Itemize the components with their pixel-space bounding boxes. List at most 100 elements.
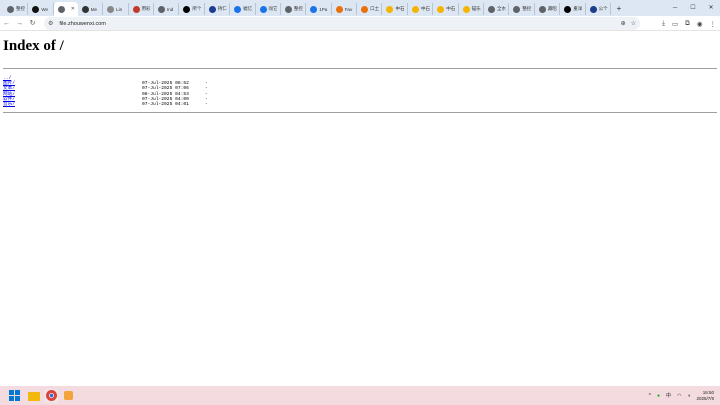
tab-favicon-icon: [462, 5, 470, 13]
tab-strip: 整控 We ✕ Me Lin 用彩 Ind 所个 持仁 嘘亿 闯它 整控 1Pa Fav 口土 中石 中石 中石 锚…: [0, 0, 720, 16]
tab-list: 整控 We ✕ Me Lin 用彩 Ind 所个 持仁 嘘亿 闯它 整控 1Pa Fav 口土 中石 中石 中石 锚…: [3, 0, 611, 16]
file-link[interactable]: 音乐/: [3, 102, 142, 107]
zoom-icon[interactable]: ⊕: [621, 20, 626, 27]
tab-label: 闯它: [268, 6, 278, 11]
browser-tab[interactable]: Lin: [103, 3, 129, 15]
clock[interactable]: 16:50 2025/7/9: [696, 390, 714, 402]
tab-label: 锚乐: [471, 6, 481, 11]
start-button[interactable]: [7, 389, 21, 403]
extensions-icon[interactable]: ⧉: [685, 20, 690, 28]
tab-favicon-icon: [335, 5, 343, 13]
page-title: Index of /: [3, 38, 64, 54]
back-icon[interactable]: ←: [0, 20, 13, 27]
browser-tab[interactable]: 闯它: [256, 3, 281, 15]
tab-label: Lin: [116, 6, 123, 12]
browser-tab[interactable]: 中石: [408, 3, 434, 15]
tab-label: 整控: [522, 6, 532, 11]
file-size: -: [205, 101, 208, 107]
tab-close-icon[interactable]: ✕: [71, 6, 75, 12]
browser-tab[interactable]: 1Pa: [306, 3, 332, 15]
tab-favicon-icon: [157, 5, 165, 13]
tab-label: 口土: [370, 6, 380, 11]
tab-favicon-icon: [437, 5, 445, 13]
tab-favicon-icon: [234, 5, 242, 13]
site-info-icon[interactable]: ⚙: [48, 20, 53, 27]
address-url[interactable]: file.zhouwenxi.com: [59, 21, 105, 27]
tab-favicon-icon: [488, 5, 496, 13]
browser-tab[interactable]: 整控: [509, 3, 535, 15]
tab-label: 中石: [395, 6, 405, 11]
tab-favicon-icon: [32, 5, 40, 13]
tab-favicon-icon: [284, 5, 292, 13]
tab-label: 1Pa: [319, 6, 328, 12]
tab-favicon-icon: [564, 5, 572, 13]
tab-label: 嘘亿: [243, 6, 253, 11]
taskbar-app[interactable]: [61, 389, 75, 403]
address-bar[interactable]: ⚙ file.zhouwenxi.com ⊕ ☆: [44, 17, 640, 30]
tab-label: We: [41, 6, 49, 12]
tab-favicon-icon: [310, 5, 318, 13]
browser-tab[interactable]: ✕: [53, 2, 78, 16]
tab-favicon-icon: [57, 5, 65, 13]
browser-tab[interactable]: 锚乐: [459, 3, 485, 15]
browser-tab[interactable]: 口土: [357, 3, 383, 15]
wechat-icon[interactable]: ●: [657, 393, 660, 399]
maximize-icon[interactable]: ☐: [684, 0, 702, 16]
system-tray: ^ ● 中 ◠ ◖ 16:50 2025/7/9: [649, 386, 714, 405]
tab-label: Fav: [344, 6, 353, 12]
tab-favicon-icon: [386, 5, 394, 13]
wifi-icon[interactable]: ◠: [677, 393, 681, 399]
tab-label: 持仁: [217, 6, 227, 11]
taskbar-chrome[interactable]: [44, 388, 58, 403]
browser-tab[interactable]: 藏昭: [535, 3, 561, 15]
tab-favicon-icon: [132, 5, 140, 13]
tab-label: 整控: [16, 6, 25, 11]
tab-label: 中石: [420, 6, 430, 11]
page-content: Index of / ../图片/07-Jul-2025 06:52- 文本/07…: [3, 35, 717, 114]
tab-favicon-icon: [538, 5, 546, 13]
tab-label: 所个: [192, 6, 202, 11]
browser-tab[interactable]: Me: [78, 3, 104, 15]
browser-tab[interactable]: 整控: [3, 3, 29, 15]
file-date: 07-Jul-2025 04:01: [142, 101, 189, 107]
browser-tab[interactable]: Ind: [154, 3, 180, 15]
close-icon[interactable]: ✕: [702, 0, 720, 16]
list-item: 音乐/07-Jul-2025 04:01 -: [3, 102, 717, 107]
ime-indicator[interactable]: 中: [666, 392, 671, 399]
tab-favicon-icon: [589, 5, 597, 13]
browser-tab[interactable]: 中石: [433, 3, 459, 15]
tab-favicon-icon: [208, 5, 216, 13]
forward-icon[interactable]: →: [13, 20, 26, 27]
tab-label: 中石: [446, 6, 456, 11]
download-icon[interactable]: ⤓: [662, 20, 665, 28]
side-panel-icon[interactable]: ▭: [672, 20, 678, 28]
taskbar-file-explorer[interactable]: [27, 389, 41, 403]
reload-icon[interactable]: ↻: [26, 19, 39, 27]
browser-tab[interactable]: 嘘亿: [230, 3, 256, 15]
browser-tab[interactable]: 中石: [382, 3, 408, 15]
tab-favicon-icon: [411, 5, 419, 13]
taskbar: ^ ● 中 ◠ ◖ 16:50 2025/7/9: [0, 386, 720, 405]
profile-icon[interactable]: ◉: [697, 20, 703, 28]
menu-icon[interactable]: ⋮: [710, 20, 717, 28]
browser-tab[interactable]: We: [28, 3, 54, 15]
windows-icon: [8, 390, 20, 401]
tray-overflow-icon[interactable]: ^: [649, 393, 651, 399]
new-tab-button[interactable]: +: [613, 4, 625, 13]
tab-label: 全水: [497, 6, 507, 11]
browser-tab[interactable]: 重洋: [560, 3, 586, 15]
bookmark-star-icon[interactable]: ☆: [631, 20, 636, 27]
volume-icon[interactable]: ◖: [687, 393, 690, 399]
tab-favicon-icon: [183, 5, 191, 13]
browser-tab[interactable]: 用彩: [129, 3, 154, 15]
browser-tab[interactable]: Fav: [332, 3, 358, 15]
tab-label: 公个: [598, 6, 608, 11]
browser-tab[interactable]: 整控: [281, 3, 307, 15]
folder-icon: [28, 391, 40, 401]
browser-tab[interactable]: 公个: [586, 3, 611, 15]
browser-tab[interactable]: 全水: [484, 3, 510, 15]
browser-tab[interactable]: 所个: [179, 3, 205, 15]
minimize-icon[interactable]: ─: [666, 0, 684, 16]
browser-tab[interactable]: 持仁: [205, 3, 231, 15]
tab-label: 藏昭: [547, 6, 557, 11]
